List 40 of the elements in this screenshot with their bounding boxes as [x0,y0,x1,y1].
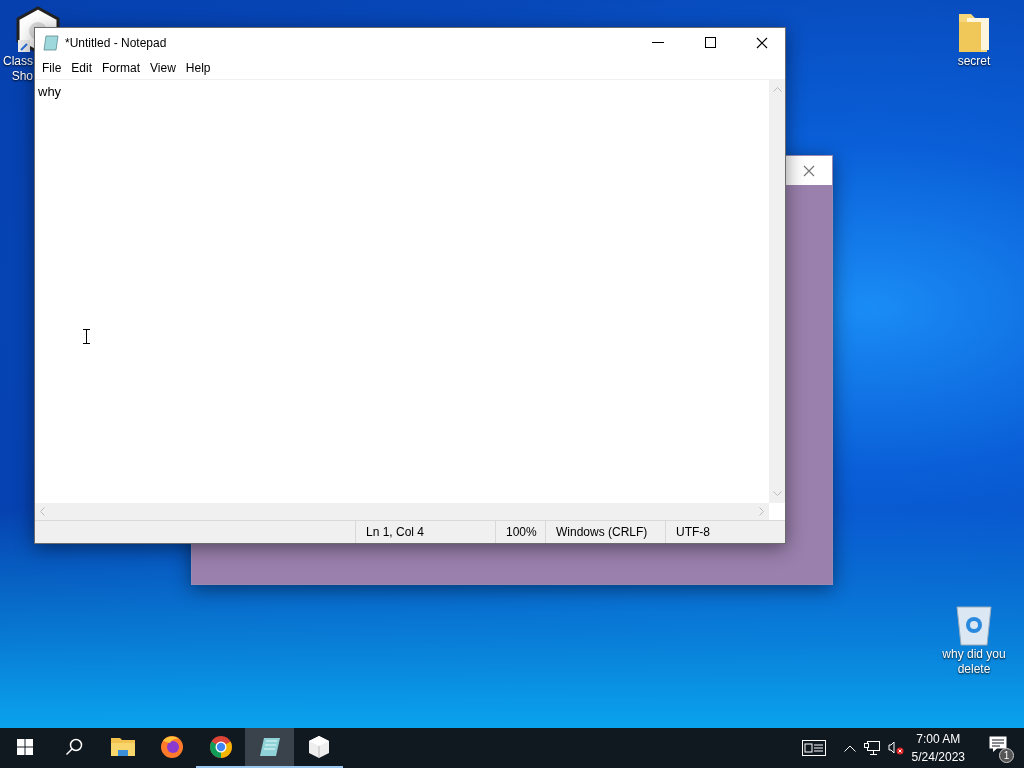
icon-label: why did you [942,647,1006,662]
taskbar-button[interactable] [245,728,294,768]
minimize-icon [652,41,664,44]
notification-button[interactable]: 1 [987,733,1014,763]
window-title: *Untitled - Notepad [65,35,168,50]
recycle-bin-icon [954,603,994,647]
status-text: 100% [495,521,545,543]
icon-label: Sho [11,69,33,84]
icon-label: Class [3,54,33,69]
menu-item[interactable]: File [37,61,67,75]
close-icon [756,36,768,49]
search-icon[interactable] [64,738,83,756]
document-text: why [38,84,62,99]
menu-item[interactable]: Edit [66,61,98,75]
icon-label: secret [957,54,991,69]
cube-icon[interactable] [307,735,330,759]
notification-count: 1 [999,747,1014,763]
text-cursor-icon [83,329,90,344]
status-text: Ln 1, Col 4 [355,521,495,543]
folder-icon[interactable] [110,737,135,757]
windows-icon[interactable] [16,739,33,755]
menu-item[interactable]: View [145,61,181,75]
notepad-icon [43,34,59,51]
menu-item[interactable]: Format [97,61,146,75]
status-text: UTF-8 [665,521,785,543]
notepad-icon[interactable] [257,735,282,759]
close-icon [803,164,815,177]
text-area[interactable]: why [35,80,769,503]
status-text: Windows (CRLF) [545,521,665,543]
network-icon[interactable] [863,740,880,756]
firefox-icon[interactable] [159,735,184,759]
icon-label: delete [957,662,991,677]
chevron-up-icon[interactable] [843,744,856,752]
menu-item[interactable]: Help [180,61,216,75]
muted-speaker-icon[interactable] [887,741,904,755]
clock[interactable]: 7:00 AM 5/24/2023 [911,730,965,766]
maximize-icon [704,37,716,48]
news-icon[interactable] [801,740,826,756]
chrome-icon[interactable] [208,735,233,759]
notification-icon [989,735,1007,753]
